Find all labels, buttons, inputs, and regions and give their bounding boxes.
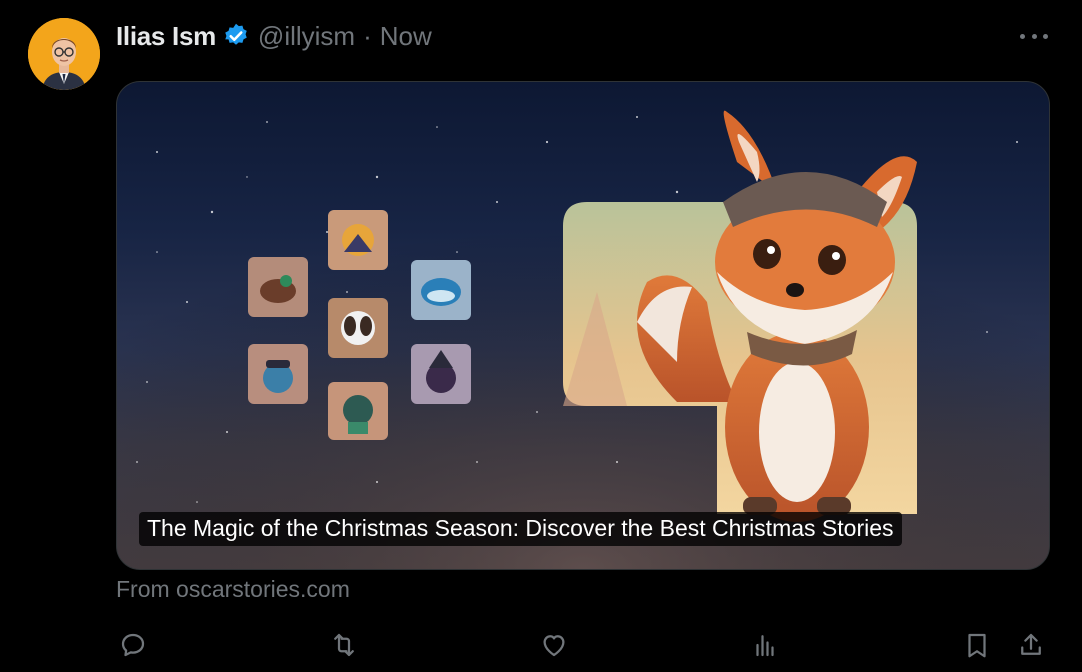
views-chart-icon [756, 635, 774, 657]
like-button[interactable] [537, 628, 571, 662]
bookmark-button[interactable] [960, 628, 994, 662]
author-name[interactable]: Ilias Ism [116, 21, 216, 52]
retweet-icon [334, 633, 354, 657]
reply-button[interactable] [116, 628, 150, 662]
avatar[interactable] [28, 18, 100, 90]
retweet-button[interactable] [327, 628, 361, 662]
more-dots-icon[interactable] [1020, 26, 1048, 46]
card-image [117, 82, 1049, 569]
bookmark-icon [968, 633, 986, 658]
share-button[interactable] [1014, 628, 1048, 662]
share-icon [1021, 633, 1041, 655]
views-button[interactable] [748, 628, 782, 662]
card-title: The Magic of the Christmas Season: Disco… [139, 512, 902, 546]
timestamp[interactable]: Now [380, 21, 432, 52]
link-card[interactable]: The Magic of the Christmas Season: Disco… [116, 81, 1050, 570]
card-source-domain[interactable]: From oscarstories.com [116, 576, 350, 603]
like-heart-icon [543, 635, 565, 657]
reply-icon [121, 633, 145, 657]
tweet-actions [116, 628, 1048, 662]
tweet-header: Ilias Ism @illyism · Now [116, 18, 432, 54]
author-handle[interactable]: @illyism [258, 21, 355, 52]
avatar-portrait-image [28, 18, 100, 90]
separator-dot: · [363, 20, 372, 51]
verified-badge-icon [222, 22, 250, 50]
